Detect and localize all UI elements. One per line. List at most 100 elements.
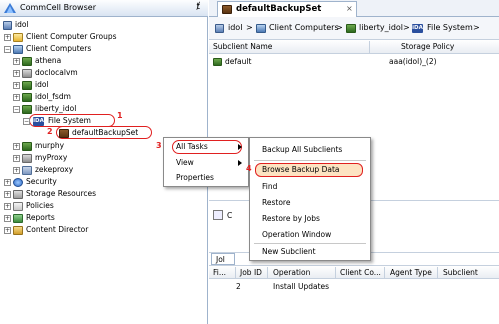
column-header-subclient-name[interactable]: Subclient Name [213, 42, 272, 51]
tab-default-backupset[interactable]: defaultBackupSet × [217, 1, 357, 17]
expand-icon[interactable]: + [4, 191, 11, 198]
column-header-filter[interactable]: Fi... [213, 268, 226, 277]
menu-item-label: Properties [176, 173, 214, 182]
column-divider[interactable] [335, 267, 336, 279]
column-header-client-computer[interactable]: Client Co... [340, 268, 381, 277]
menu-item-browse-backup-data[interactable]: Browse Backup Data [255, 163, 363, 177]
breadcrumb-separator: > [403, 23, 410, 32]
menu-item-all-tasks[interactable]: All Tasks [164, 141, 248, 153]
step-number-1: 1 [117, 111, 123, 120]
breadcrumb-separator: > [336, 23, 343, 32]
expand-icon[interactable]: + [4, 179, 11, 186]
server-icon [22, 93, 32, 102]
close-tab-icon[interactable]: × [346, 4, 353, 13]
tree-label: idol [15, 20, 29, 29]
collapse-icon[interactable]: − [23, 118, 30, 125]
document-tab-bar: defaultBackupSet × [209, 0, 499, 17]
expand-icon[interactable]: + [4, 203, 11, 210]
step-number-4: 4 [246, 164, 252, 173]
tree-label: Reports [26, 213, 55, 222]
menu-item-view[interactable]: View [164, 157, 248, 169]
expand-icon[interactable]: + [4, 34, 11, 41]
expand-icon[interactable]: + [13, 82, 20, 89]
proxy-icon [22, 69, 32, 78]
step-number-2: 2 [47, 127, 53, 136]
tree-label: murphy [35, 141, 65, 150]
menu-item-label: Operation Window [262, 230, 332, 239]
server-icon [346, 24, 356, 33]
breadcrumb-item-client-computers[interactable]: Client Computers [269, 23, 339, 32]
pane-title: CommCell Browser [20, 3, 96, 12]
pane-label: C [227, 211, 233, 220]
menu-item-properties[interactable]: Properties [164, 172, 248, 184]
column-header-subclient[interactable]: Subclient [443, 268, 478, 277]
column-divider[interactable] [437, 267, 438, 279]
column-header-storage-policy[interactable]: Storage Policy [401, 42, 454, 51]
column-header-operation[interactable]: Operation [273, 268, 310, 277]
column-divider[interactable] [369, 41, 370, 53]
menu-item-backup-all-subclients[interactable]: Backup All Subclients [250, 144, 370, 156]
cell-subclient-name: default [225, 57, 252, 66]
column-header-agent-type[interactable]: Agent Type [390, 268, 432, 277]
clients-icon [256, 24, 266, 33]
tree-label: doclocalvm [35, 68, 78, 77]
commcell-browser-titlebar: CommCell Browser ⱦ [0, 0, 208, 17]
tree-label: myProxy [35, 153, 68, 162]
menu-item-label: View [176, 158, 194, 167]
menu-item-find[interactable]: Find [250, 181, 370, 193]
menu-item-restore[interactable]: Restore [250, 197, 370, 209]
expand-icon[interactable]: + [13, 70, 20, 77]
menu-item-new-subclient[interactable]: New Subclient [250, 246, 370, 258]
menu-item-label: All Tasks [176, 142, 208, 151]
tree-label: Content Director [26, 225, 89, 234]
commcell-icon [215, 24, 224, 33]
tab-label: defaultBackupSet [236, 4, 322, 14]
column-divider[interactable] [235, 267, 236, 279]
expand-icon[interactable]: + [13, 167, 20, 174]
column-divider[interactable] [267, 267, 268, 279]
tree-label: Client Computers [26, 44, 92, 53]
collapse-icon[interactable]: − [13, 106, 20, 113]
menu-item-label: Browse Backup Data [262, 165, 340, 174]
column-header-job-id[interactable]: Job ID [240, 268, 262, 277]
expand-icon[interactable]: + [13, 94, 20, 101]
breadcrumb: idol > Client Computers > liberty_idol >… [209, 17, 499, 40]
policies-icon [13, 202, 23, 211]
breadcrumb-item-file-system[interactable]: File System [427, 23, 473, 32]
pane-icon [213, 210, 223, 220]
menu-item-label: Backup All Subclients [262, 145, 343, 154]
tree-label: Client Computer Groups [26, 32, 117, 41]
all-tasks-submenu: Backup All Subclients Browse Backup Data… [249, 137, 371, 261]
context-menu: All Tasks View Properties [163, 137, 249, 187]
tab-job-controller[interactable]: Jol [211, 253, 235, 265]
breadcrumb-item-idol[interactable]: idol [228, 23, 242, 32]
menu-item-operation-window[interactable]: Operation Window [250, 229, 370, 241]
zek-icon [22, 166, 32, 175]
step-number-3: 3 [156, 141, 162, 150]
filesystem-icon: iDA [412, 24, 423, 33]
submenu-arrow-icon [238, 144, 242, 150]
expand-icon[interactable]: + [13, 155, 20, 162]
menu-item-label: Restore [262, 198, 291, 207]
server-icon [22, 81, 32, 90]
expand-icon[interactable]: + [4, 215, 11, 222]
table-row[interactable]: default aaa(idol)_(2) [209, 56, 499, 68]
breadcrumb-item-liberty-idol[interactable]: liberty_idol [359, 23, 403, 32]
menu-item-restore-by-jobs[interactable]: Restore by Jobs [250, 213, 370, 225]
cell-storage-policy: aaa(idol)_(2) [389, 57, 437, 66]
commcell-icon [3, 21, 12, 30]
expand-icon[interactable]: + [13, 58, 20, 65]
cell-operation: Install Updates [273, 282, 330, 291]
collapse-icon[interactable]: − [4, 46, 11, 53]
expand-icon[interactable]: + [4, 227, 11, 234]
commcell-logo-icon [4, 3, 16, 13]
pin-icon[interactable]: ⱦ [196, 2, 200, 12]
expand-icon[interactable]: + [13, 143, 20, 150]
tree-label: defaultBackupSet [72, 128, 139, 137]
storage-icon [13, 190, 23, 199]
column-divider[interactable] [384, 267, 385, 279]
tab-label: Jol [216, 255, 225, 264]
table-row[interactable]: 2 Install Updates [209, 281, 499, 293]
backupset-icon [59, 129, 69, 138]
menu-separator [254, 160, 366, 161]
